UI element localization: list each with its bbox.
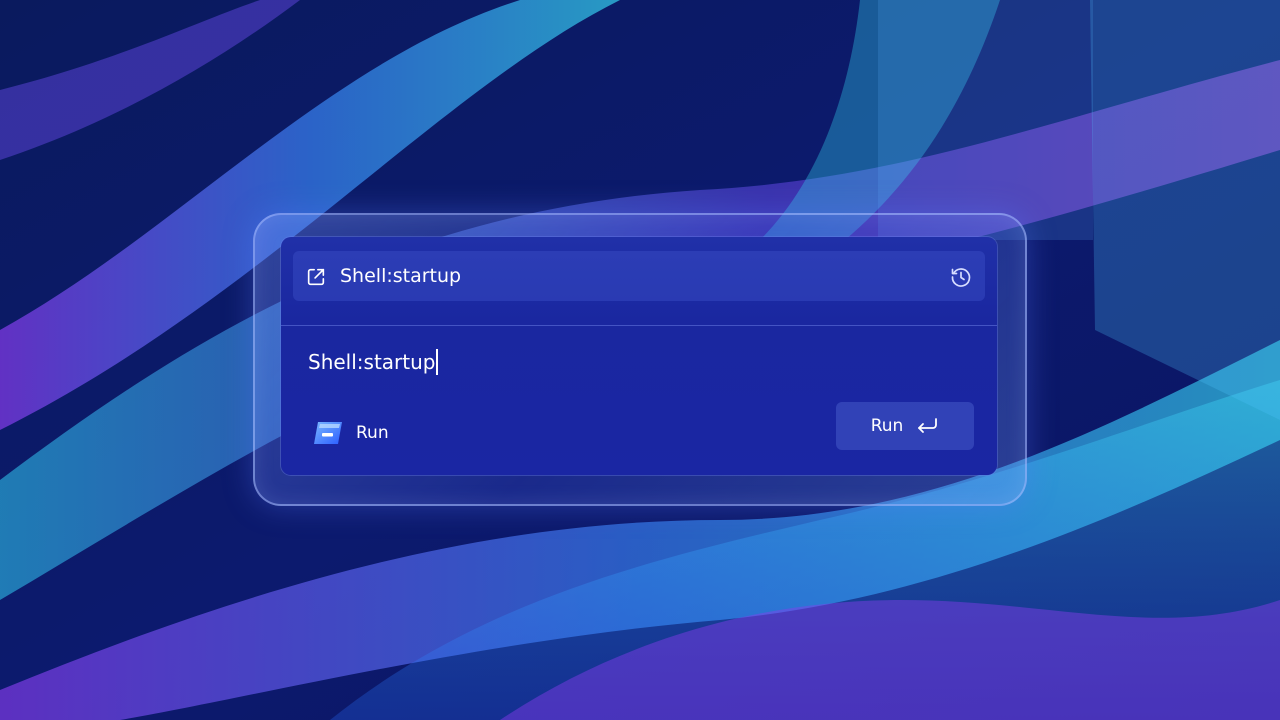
- run-dialog: Shell:startup Shell:startup Run Run: [281, 237, 997, 475]
- search-query-text: Shell:startup: [340, 265, 462, 287]
- search-result-row[interactable]: Shell:startup: [293, 251, 985, 301]
- divider: [281, 325, 997, 326]
- run-app-icon: [314, 422, 342, 444]
- run-button-label: Run: [870, 416, 904, 436]
- app-name: Run: [356, 423, 389, 443]
- run-button[interactable]: Run: [836, 402, 974, 450]
- app-label: Run: [312, 420, 389, 446]
- command-input-text: Shell:startup: [308, 350, 436, 374]
- open-external-icon: [307, 268, 325, 286]
- command-input[interactable]: Shell:startup: [308, 349, 438, 375]
- history-icon[interactable]: [949, 265, 973, 289]
- enter-key-icon: [918, 418, 938, 433]
- text-caret: [436, 349, 438, 375]
